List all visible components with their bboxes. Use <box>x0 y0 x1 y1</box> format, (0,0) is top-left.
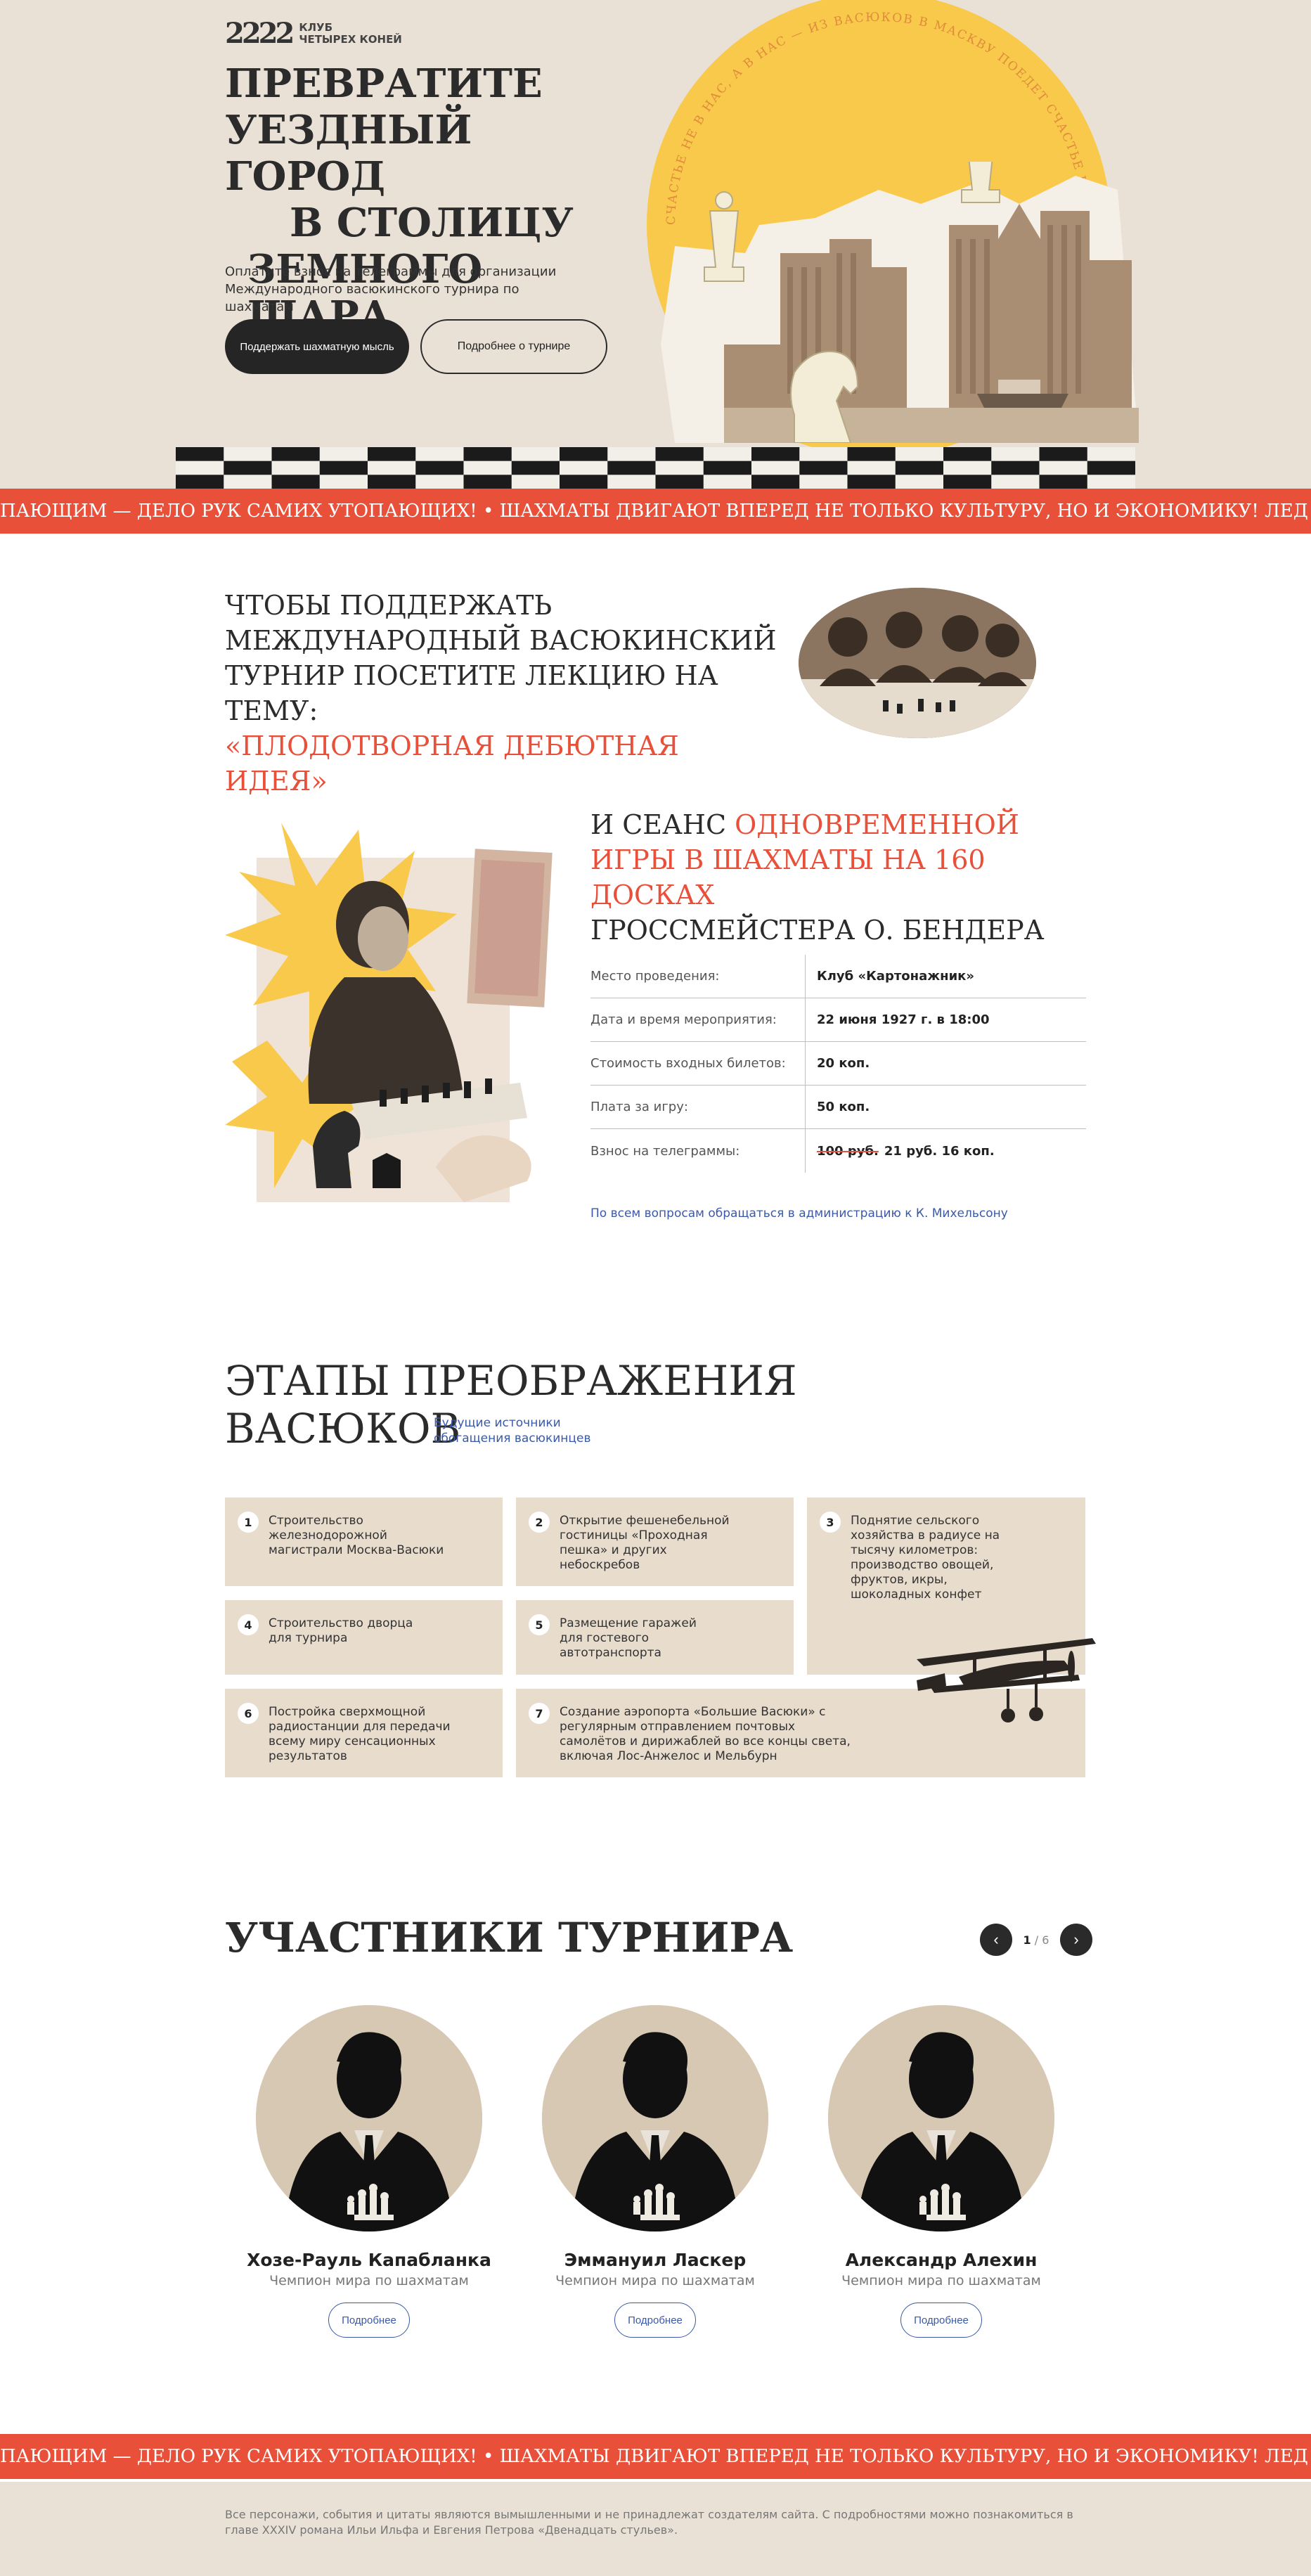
stage-text: Строительство дворца для турнира <box>269 1616 413 1645</box>
participant-name: Эммануил Ласкер <box>564 2250 747 2270</box>
stage-number: 1 <box>238 1512 259 1533</box>
info-value: 50 коп. <box>805 1086 1086 1128</box>
lecture-heading: Чтобы поддержать Международный васюкинск… <box>225 588 787 799</box>
city-chess-collage <box>661 162 1139 443</box>
stage-card: 4 Строительство дворца для турнира <box>225 1600 503 1675</box>
chevron-right-icon: › <box>1073 1931 1079 1948</box>
stage-number: 2 <box>529 1512 550 1533</box>
participant-card: Александр Алехин Чемпион мира по шахмата… <box>815 2005 1068 2338</box>
participant-more-button[interactable]: Подробнее <box>900 2303 982 2338</box>
participant-role: Чемпион мира по шахматам <box>269 2273 469 2288</box>
marquee-text: ПАЮЩИМ — ДЕЛО РУК САМИХ УТОПАЮЩИХ! • ШАХ… <box>0 501 1311 522</box>
participant-role: Чемпион мира по шахматам <box>841 2273 1041 2288</box>
stage-text: Постройка сверхмощной радиостанции для п… <box>269 1705 451 1763</box>
stages-heading-line-1: Этапы преображения <box>225 1357 797 1405</box>
club-logo[interactable]: 2222 Клуб четырех коней <box>225 17 402 50</box>
stage-number: 7 <box>529 1703 550 1724</box>
info-value: 100 руб. 21 руб. 16 коп. <box>805 1129 1086 1173</box>
participant-silhouette-icon <box>542 2005 768 2232</box>
info-value: 22 июня 1927 г. в 18:00 <box>805 998 1086 1041</box>
marquee-text: ПАЮЩИМ — ДЕЛО РУК САМИХ УТОПАЮЩИХ! • ШАХ… <box>0 2446 1311 2467</box>
stage-number: 6 <box>238 1703 259 1724</box>
quote-marquee-top: ПАЮЩИМ — ДЕЛО РУК САМИХ УТОПАЮЩИХ! • ШАХ… <box>0 489 1311 534</box>
stages-note: Будущие источники обогащения васюкинцев <box>434 1416 591 1445</box>
logo-mark: 2222 <box>225 17 295 50</box>
participant-more-button[interactable]: Подробнее <box>328 2303 410 2338</box>
logo-line-1: Клуб <box>299 20 333 34</box>
participant-silhouette-icon <box>256 2005 482 2232</box>
next-button[interactable]: › <box>1060 1924 1092 1956</box>
seance-prefix: И сеанс <box>590 809 735 840</box>
lecture-text: Чтобы поддержать Международный васюкинск… <box>225 590 777 726</box>
logo-line-2: четырех коней <box>299 32 402 46</box>
logo-text: Клуб четырех коней <box>299 20 402 46</box>
stage-number: 3 <box>820 1512 841 1533</box>
info-row-telegram-fee: Взнос на телеграммы: 100 руб. 21 руб. 16… <box>590 1129 1086 1173</box>
seance-heading: И сеанс одновременной игры в шахматы на … <box>590 807 1097 948</box>
event-info-table: Место проведения: Клуб «Картонажник» Дат… <box>590 955 1086 1173</box>
pager-total: 6 <box>1042 1933 1050 1947</box>
stage-text: Создание аэропорта «Большие Васюки» с ре… <box>560 1705 851 1763</box>
participant-card: Хозе-Рауль Капабланка Чемпион мира по ша… <box>243 2005 496 2338</box>
contact-admin-link[interactable]: По всем вопросам обращаться в администра… <box>590 1206 1008 1221</box>
participants-pager: ‹ 1 / 6 › <box>980 1924 1092 1956</box>
prev-button[interactable]: ‹ <box>980 1924 1012 1956</box>
info-row-game-fee: Плата за игру: 50 коп. <box>590 1086 1086 1129</box>
participant-card: Эммануил Ласкер Чемпион мира по шахматам… <box>529 2005 782 2338</box>
info-key: Дата и время мероприятия: <box>590 1012 777 1027</box>
stage-card: 6 Постройка сверхмощной радиостанции для… <box>225 1689 503 1777</box>
stage-number: 5 <box>529 1614 550 1635</box>
info-key: Стоимость входных билетов: <box>590 1056 786 1071</box>
stage-card: 2 Открытие фешенебельной гостиницы «Прох… <box>516 1498 794 1586</box>
stage-text: Строительство железнодорожной магистрали… <box>269 1514 444 1557</box>
support-button[interactable]: Поддержать шахматную мысль <box>225 319 409 374</box>
info-value: Клуб «Картонажник» <box>805 955 1086 998</box>
hero-title-line: уездный город <box>225 107 472 200</box>
tournament-details-button[interactable]: Подробнее о турнире <box>420 319 607 374</box>
lecture-topic: «Плодотворная дебютная идея» <box>225 730 679 797</box>
participant-more-button[interactable]: Подробнее <box>614 2303 696 2338</box>
info-key: Взнос на телеграммы: <box>590 1143 740 1159</box>
biplane-illustration <box>917 1638 1096 1722</box>
quote-marquee-bottom: ПАЮЩИМ — ДЕЛО РУК САМИХ УТОПАЮЩИХ! • ШАХ… <box>0 2434 1311 2479</box>
hero-title-line: в столицу <box>290 200 574 246</box>
players-photo <box>799 588 1036 738</box>
pager-separator: / <box>1031 1933 1042 1947</box>
participant-role: Чемпион мира по шахматам <box>555 2273 755 2288</box>
info-row-datetime: Дата и время мероприятия: 22 июня 1927 г… <box>590 998 1086 1042</box>
new-price: 21 руб. 16 коп. <box>884 1143 995 1159</box>
hero-title-line: Превратите <box>225 60 543 107</box>
info-key: Плата за игру: <box>590 1100 688 1114</box>
info-key: Место проведения: <box>590 969 720 984</box>
footer-disclaimer: Все персонажи, события и цитаты являются… <box>225 2508 1073 2537</box>
participant-silhouette-icon <box>828 2005 1054 2232</box>
stage-card: 1 Строительство железнодорожной магистра… <box>225 1498 503 1586</box>
stage-text: Поднятие сельского хозяйства в радиусе н… <box>851 1514 1000 1602</box>
footer: Все персонажи, события и цитаты являются… <box>0 2482 1311 2576</box>
grandmaster-collage <box>225 823 553 1202</box>
stage-card: 5 Размещение гаражей для гостевого автот… <box>516 1600 794 1675</box>
pager-count: 1 / 6 <box>1019 1933 1053 1947</box>
info-value: 20 коп. <box>805 1042 1086 1085</box>
stage-text: Размещение гаражей для гостевого автотра… <box>560 1616 697 1660</box>
pager-current: 1 <box>1023 1933 1031 1947</box>
stage-number: 4 <box>238 1614 259 1635</box>
participant-name: Хозе-Рауль Капабланка <box>247 2250 491 2270</box>
seance-suffix: гроссмейстера О. Бендера <box>590 915 1045 946</box>
participant-name: Александр Алехин <box>845 2250 1038 2270</box>
info-row-venue: Место проведения: Клуб «Картонажник» <box>590 955 1086 998</box>
old-price: 100 руб. <box>817 1143 879 1159</box>
hero-section: 2222 Клуб четырех коней Превратите уездн… <box>0 0 1311 489</box>
info-row-ticket-price: Стоимость входных билетов: 20 коп. <box>590 1042 1086 1086</box>
chessboard-strip <box>176 447 1135 489</box>
hero-subtitle: Оплатите взнос на телеграммы для организ… <box>225 264 557 314</box>
stage-text: Открытие фешенебельной гостиницы «Проход… <box>560 1514 730 1572</box>
chevron-left-icon: ‹ <box>993 1931 999 1948</box>
participants-heading: Участники турнира <box>225 1914 794 1962</box>
